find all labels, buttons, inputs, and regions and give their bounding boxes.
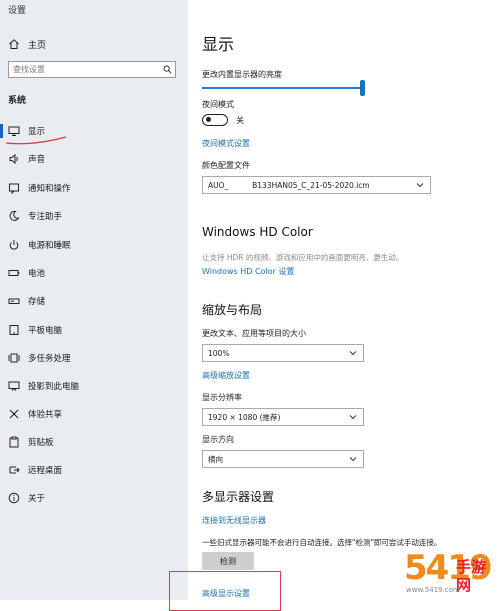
detect-button[interactable]: 检测	[202, 552, 254, 570]
multi-display-heading: 多显示器设置	[202, 490, 275, 504]
hd-color-heading: Windows HD Color	[202, 225, 313, 239]
sidebar-item-label: 多任务处理	[28, 354, 71, 364]
settings-search-input[interactable]	[13, 65, 159, 74]
toggle-knob	[205, 117, 211, 122]
color-profile-dropdown[interactable]: AUO_ B133HAN05_C_21-05-2020.icm	[202, 176, 431, 194]
page-title: 显示	[202, 35, 235, 54]
night-mode-toggle[interactable]	[202, 114, 228, 126]
sidebar-item-battery[interactable]: 电池	[0, 262, 188, 284]
connect-wireless-display-link[interactable]: 连接到无线显示器	[202, 515, 266, 526]
hd-color-settings-link[interactable]: Windows HD Color 设置	[202, 266, 294, 277]
sidebar-section-heading: 系统	[8, 96, 27, 106]
red-annotation-underline	[5, 136, 67, 145]
sidebar-item-focus-assist[interactable]: 专注助手	[0, 205, 188, 227]
sidebar-item-label: 投影到此电脑	[28, 382, 80, 392]
sidebar-item-label: 体验共享	[28, 410, 63, 420]
orientation-dropdown[interactable]: 横向	[202, 450, 364, 468]
scale-label: 更改文本、应用等项目的大小	[202, 329, 306, 338]
sidebar-item-label: 存储	[28, 297, 46, 307]
sidebar-item-label: 剪贴板	[28, 438, 54, 448]
advanced-scaling-link[interactable]: 高级缩放设置	[202, 370, 250, 381]
night-mode-label: 夜间模式	[202, 100, 234, 109]
chevron-down-icon	[349, 349, 357, 357]
moon-icon	[8, 210, 20, 222]
share-icon	[8, 408, 20, 420]
chevron-down-icon	[416, 181, 424, 189]
project-icon	[8, 380, 20, 392]
sidebar-item-label: 专注助手	[28, 212, 63, 222]
sidebar-item-label: 平板电脑	[28, 326, 63, 336]
night-mode-state: 关	[236, 116, 244, 125]
resolution-label: 显示分辨率	[202, 393, 242, 402]
sidebar-item-label: 声音	[28, 155, 46, 165]
home-nav-item[interactable]: 主页	[8, 37, 46, 51]
sidebar-item-remote-desktop[interactable]: 远程桌面	[0, 459, 188, 481]
sidebar-item-label: 关于	[28, 494, 46, 504]
orientation-value: 横向	[208, 454, 223, 464]
brightness-slider-thumb[interactable]	[360, 80, 365, 96]
battery-icon	[8, 267, 20, 279]
watermark-text: 手游网	[456, 558, 487, 594]
display-settings-panel: 显示 更改内置显示器的亮度 夜间模式 关 夜间模式设置 颜色配置文件 AUO_ …	[188, 0, 500, 600]
sidebar-item-clipboard[interactable]: 剪贴板	[0, 431, 188, 453]
watermark-url: www.5419.com	[406, 586, 460, 594]
resolution-dropdown[interactable]: 1920 × 1080 (推荐)	[202, 408, 364, 426]
red-annotation-box	[169, 571, 281, 611]
speaker-icon	[8, 153, 20, 165]
brightness-slider-track[interactable]	[202, 87, 362, 89]
storage-icon	[8, 295, 20, 307]
power-icon	[8, 239, 20, 251]
site-watermark-logo: 5419 手游网 www.5419.com	[404, 548, 500, 600]
chevron-down-icon	[349, 413, 357, 421]
sidebar: 设置 主页 系统 显示 声音 通知和操作 专注助手 电源和睡眠 电池	[0, 0, 188, 600]
sidebar-item-project-to-pc[interactable]: 投影到此电脑	[0, 375, 188, 397]
settings-search-box[interactable]	[8, 61, 176, 78]
brightness-label: 更改内置显示器的亮度	[202, 70, 282, 79]
home-icon	[8, 38, 20, 50]
window-title: 设置	[8, 6, 27, 16]
sidebar-item-label: 通知和操作	[28, 184, 71, 194]
sidebar-item-sound[interactable]: 声音	[0, 148, 188, 170]
sidebar-item-label: 电源和睡眠	[28, 241, 71, 251]
info-icon	[8, 492, 20, 504]
detect-description: 一些旧式显示器可能不会进行自动连接。选择"检测"即可尝试手动连接。	[202, 538, 442, 547]
notification-icon	[8, 182, 20, 194]
scale-value: 100%	[208, 348, 230, 358]
sidebar-item-shared-experiences[interactable]: 体验共享	[0, 403, 188, 425]
home-label: 主页	[28, 40, 47, 51]
multitasking-icon	[8, 352, 20, 364]
sidebar-item-power-sleep[interactable]: 电源和睡眠	[0, 234, 188, 256]
orientation-label: 显示方向	[202, 435, 234, 444]
color-profile-label: 颜色配置文件	[202, 161, 250, 170]
sidebar-item-about[interactable]: 关于	[0, 487, 188, 509]
sidebar-item-notifications[interactable]: 通知和操作	[0, 177, 188, 199]
resolution-value: 1920 × 1080 (推荐)	[208, 412, 281, 422]
search-icon[interactable]	[159, 62, 175, 77]
sidebar-item-label: 远程桌面	[28, 466, 63, 476]
sidebar-item-label: 电池	[28, 269, 46, 279]
remote-desktop-icon	[8, 464, 20, 476]
chevron-down-icon	[349, 455, 357, 463]
clipboard-icon	[8, 436, 20, 448]
sidebar-item-storage[interactable]: 存储	[0, 290, 188, 312]
tablet-icon	[8, 324, 20, 336]
scale-layout-heading: 缩放与布局	[202, 303, 263, 317]
color-profile-value: AUO_ B133HAN05_C_21-05-2020.icm	[208, 180, 370, 190]
sidebar-item-multitasking[interactable]: 多任务处理	[0, 347, 188, 369]
sidebar-item-tablet[interactable]: 平板电脑	[0, 319, 188, 341]
night-mode-settings-link[interactable]: 夜间模式设置	[202, 138, 250, 149]
scale-dropdown[interactable]: 100%	[202, 344, 364, 362]
hd-color-description: 让支持 HDR 的视频、游戏和应用中的画面更明亮、更生动。	[202, 253, 404, 262]
